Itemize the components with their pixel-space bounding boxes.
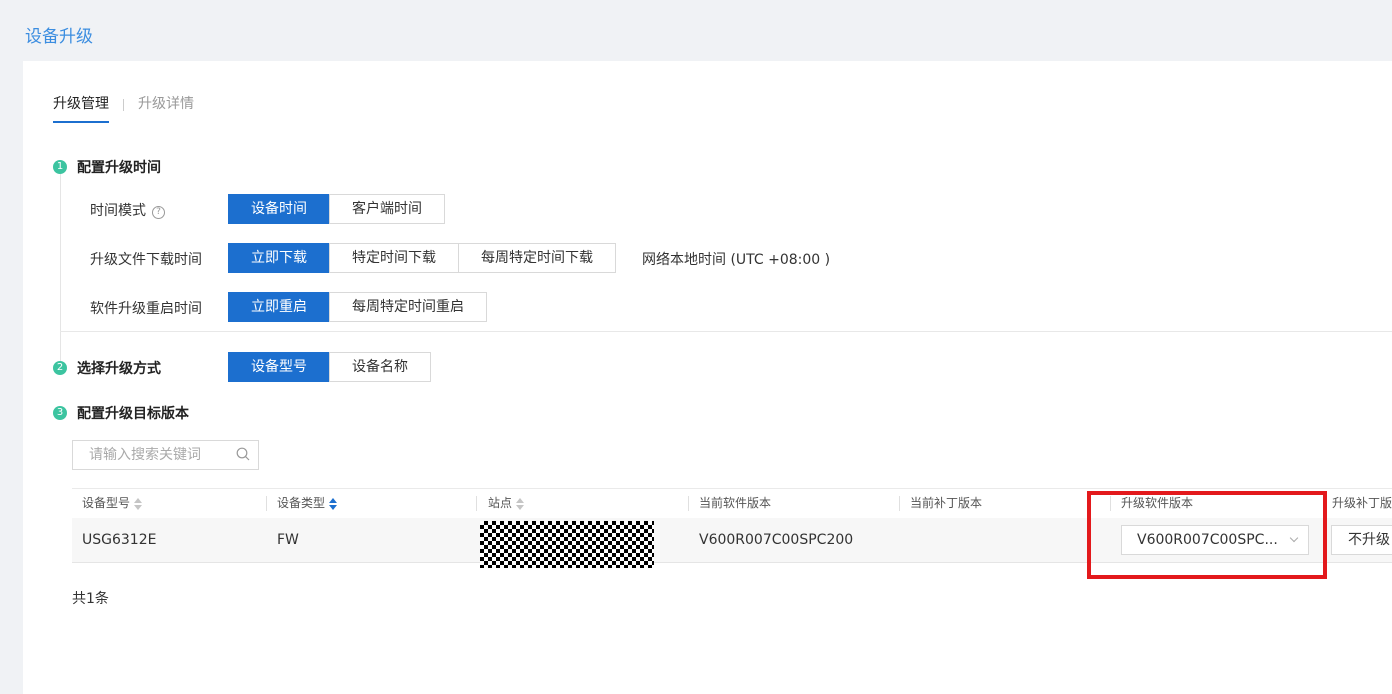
step-3-title: 配置升级目标版本 [77, 406, 189, 422]
sort-icon[interactable] [516, 497, 525, 510]
col-site[interactable]: 站点 [488, 489, 525, 518]
time-mode-client-time[interactable]: 客户端时间 [329, 194, 445, 224]
step-1-badge: 1 [53, 160, 67, 174]
main-card: 升级管理 升级详情 1 配置升级时间 时间模式? 设备时间 客户端时间 升级文件… [23, 61, 1392, 694]
tab-divider [123, 99, 124, 111]
col-device-type-label: 设备类型 [277, 496, 326, 510]
step-2-badge: 2 [53, 361, 67, 375]
section-divider [60, 331, 1392, 332]
time-mode-label: 时间模式? [90, 200, 165, 220]
cell-current-software: V600R007C00SPC200 [699, 532, 854, 548]
download-time-toggle: 立即下载 特定时间下载 每周特定时间下载 [228, 243, 616, 273]
col-current-patch: 当前补丁版本 [910, 496, 983, 510]
method-device-model[interactable]: 设备型号 [228, 352, 330, 382]
time-mode-toggle: 设备时间 客户端时间 [228, 194, 445, 224]
download-immediately[interactable]: 立即下载 [228, 243, 330, 273]
tab-bar: 升级管理 升级详情 [53, 95, 194, 123]
download-specific-time[interactable]: 特定时间下载 [329, 243, 459, 273]
step-2-title: 选择升级方式 [77, 361, 161, 377]
col-site-label: 站点 [488, 496, 513, 510]
cell-device-model: USG6312E [82, 532, 157, 548]
tab-upgrade-management[interactable]: 升级管理 [53, 95, 109, 123]
download-time-label: 升级文件下载时间 [90, 252, 202, 268]
upgrade-method-toggle: 设备型号 设备名称 [228, 352, 431, 382]
method-device-name[interactable]: 设备名称 [329, 352, 431, 382]
col-device-model[interactable]: 设备型号 [82, 489, 143, 518]
search-input[interactable] [87, 446, 231, 464]
upgrade-patch-value: 不升级 [1348, 532, 1390, 548]
col-divider [899, 496, 900, 511]
sort-icon[interactable] [134, 497, 143, 510]
highlight-box [1087, 491, 1327, 579]
col-current-software: 当前软件版本 [699, 496, 772, 510]
tab-upgrade-details[interactable]: 升级详情 [138, 95, 194, 121]
col-divider [476, 496, 477, 511]
upgrade-patch-select[interactable]: 不升级 [1331, 525, 1392, 555]
step-connector [60, 173, 61, 361]
cell-device-type: FW [277, 532, 299, 548]
search-icon[interactable] [236, 447, 250, 461]
search-box [72, 440, 259, 470]
col-divider [688, 496, 689, 511]
total-count: 共1条 [72, 591, 109, 607]
page-title: 设备升级 [25, 27, 93, 47]
restart-immediately[interactable]: 立即重启 [228, 292, 330, 322]
help-icon[interactable]: ? [152, 206, 165, 219]
col-device-model-label: 设备型号 [82, 496, 131, 510]
col-device-type[interactable]: 设备类型 [277, 489, 338, 518]
col-divider [266, 496, 267, 511]
col-upgrade-patch: 升级补丁版 [1332, 496, 1392, 510]
step-1-title: 配置升级时间 [77, 160, 161, 176]
time-mode-label-text: 时间模式 [90, 203, 146, 219]
step-3-badge: 3 [53, 406, 67, 420]
timezone-note: 网络本地时间 (UTC +08:00 ) [642, 252, 831, 268]
download-weekly-time[interactable]: 每周特定时间下载 [458, 243, 616, 273]
time-mode-device-time[interactable]: 设备时间 [228, 194, 330, 224]
restart-time-label: 软件升级重启时间 [90, 301, 202, 317]
restart-weekly-time[interactable]: 每周特定时间重启 [329, 292, 487, 322]
restart-time-toggle: 立即重启 每周特定时间重启 [228, 292, 487, 322]
site-masked-image [480, 521, 654, 568]
sort-icon[interactable] [329, 497, 338, 510]
